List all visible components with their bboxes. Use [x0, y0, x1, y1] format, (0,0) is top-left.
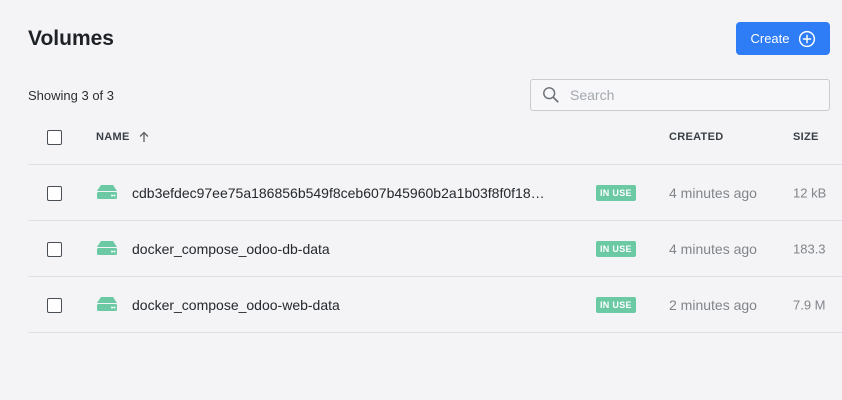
- size-value: 183.3: [793, 241, 826, 256]
- row-checkbox[interactable]: [47, 297, 62, 313]
- hard-drive-icon: [97, 240, 117, 255]
- created-value: 2 minutes ago: [669, 296, 757, 313]
- page-title: Volumes: [28, 27, 114, 50]
- table-row: docker_compose_odoo-web-data IN USE 2 mi…: [28, 277, 842, 333]
- volume-name-link[interactable]: docker_compose_odoo-db-data: [132, 241, 564, 257]
- hard-drive-icon: [97, 184, 117, 199]
- plus-circle-icon: [798, 30, 815, 47]
- column-header-size[interactable]: SIZE: [793, 131, 819, 143]
- search-box[interactable]: [530, 79, 830, 111]
- search-icon: [543, 87, 559, 103]
- row-checkbox[interactable]: [47, 241, 62, 257]
- column-header-name[interactable]: NAME: [96, 131, 150, 143]
- volume-name-link[interactable]: cdb3efdec97ee75a186856b549f8ceb607b45960…: [132, 185, 564, 201]
- created-value: 4 minutes ago: [669, 184, 757, 201]
- select-all-checkbox[interactable]: [47, 130, 62, 145]
- table-row: cdb3efdec97ee75a186856b549f8ceb607b45960…: [28, 165, 842, 221]
- table-header-row: NAME CREATED SIZE: [28, 110, 842, 165]
- size-value: 7.9 M: [793, 297, 826, 312]
- create-button-label: Create: [750, 31, 790, 46]
- results-count: Showing 3 of 3: [28, 88, 115, 103]
- status-badge: IN USE: [596, 240, 636, 257]
- hard-drive-icon: [97, 296, 117, 311]
- created-value: 4 minutes ago: [669, 240, 757, 257]
- row-checkbox[interactable]: [47, 185, 62, 201]
- search-input[interactable]: [568, 86, 812, 104]
- column-header-name-label: NAME: [96, 131, 130, 143]
- volumes-table: NAME CREATED SIZE cdb3efdec97ee75a186856…: [28, 110, 842, 333]
- column-header-created[interactable]: CREATED: [669, 131, 723, 143]
- volume-name-link[interactable]: docker_compose_odoo-web-data: [132, 297, 564, 313]
- arrow-up-icon: [139, 131, 149, 142]
- status-badge: IN USE: [596, 296, 636, 313]
- size-value: 12 kB: [793, 185, 827, 200]
- table-row: docker_compose_odoo-db-data IN USE 4 min…: [28, 221, 842, 277]
- create-button[interactable]: Create: [736, 22, 830, 55]
- status-badge: IN USE: [596, 184, 636, 201]
